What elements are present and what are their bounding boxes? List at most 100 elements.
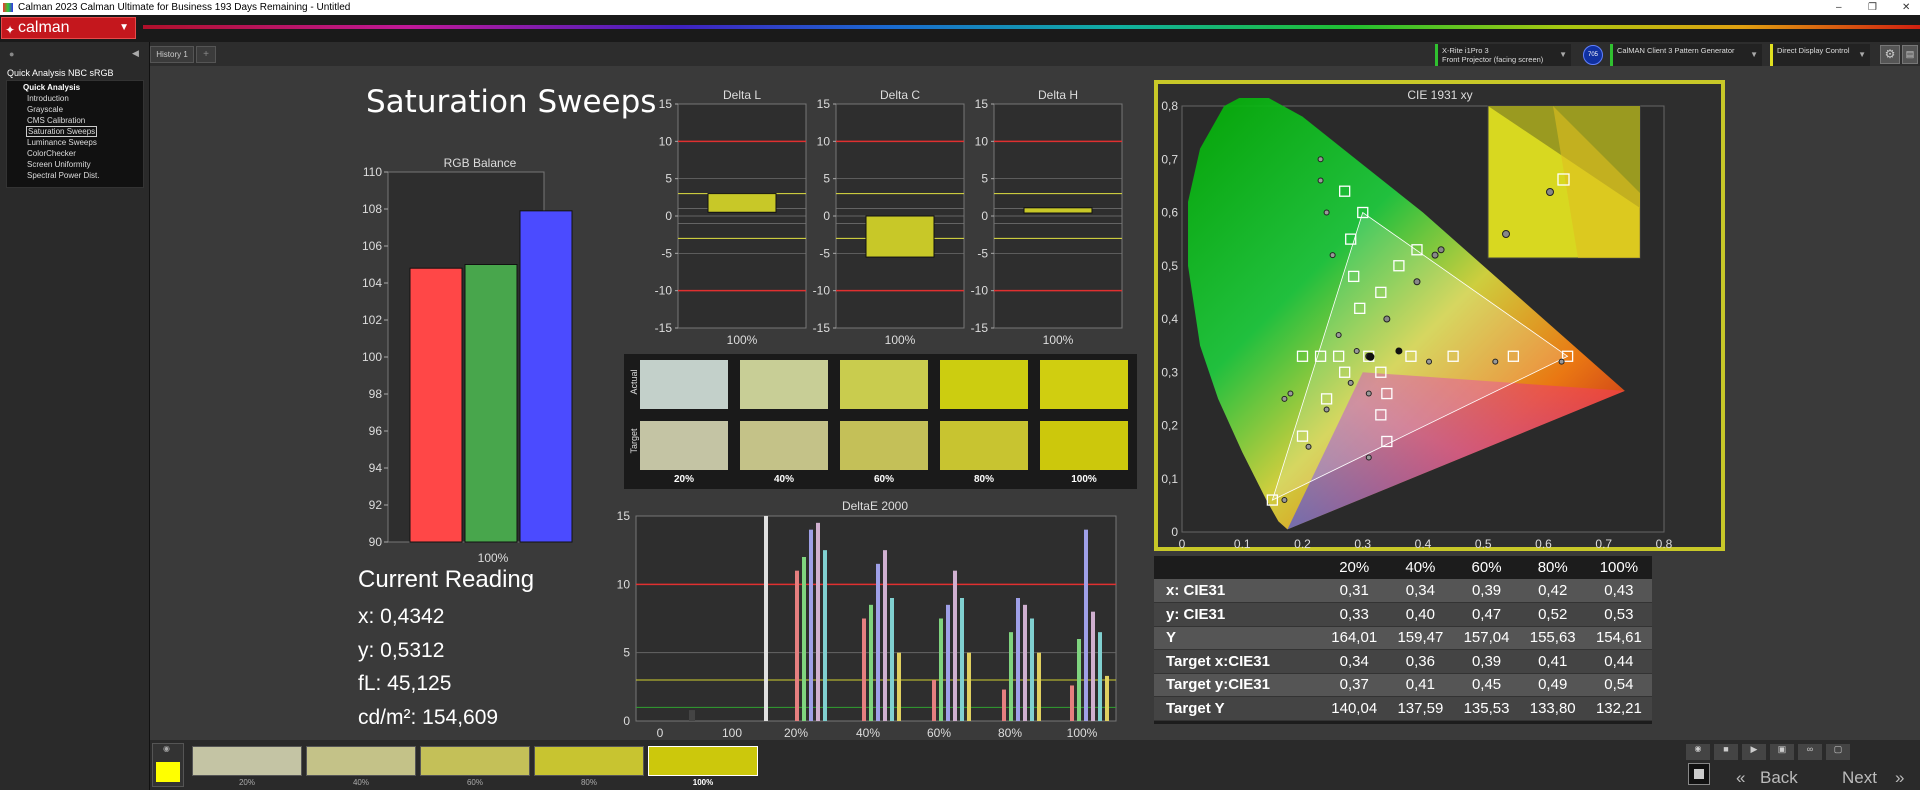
delta-ytick-label: -10 — [971, 284, 989, 298]
cie-measured-point — [1323, 406, 1330, 413]
cie-measured-point — [1365, 390, 1372, 397]
deltae-xlabel: 80% — [998, 726, 1022, 738]
delta-ytick-label: 10 — [659, 134, 673, 148]
cie-ytick-label: 0,8 — [1161, 99, 1178, 113]
play-icon[interactable]: ▶ — [1742, 744, 1766, 760]
table-cell: 0,34 — [1387, 579, 1454, 603]
deltae-bar — [967, 652, 971, 721]
restore-icon[interactable]: ❐ — [1868, 0, 1877, 15]
rgb-bar-b — [519, 210, 573, 543]
table-header-cell: 40% — [1387, 556, 1454, 579]
table-cell: 0,31 — [1321, 579, 1388, 603]
deltae-bar — [689, 710, 695, 721]
cie-zoom-point — [1546, 188, 1554, 196]
rgb-ytick-label: 96 — [369, 424, 383, 438]
actual-swatch — [640, 360, 728, 409]
meter-badge[interactable]: 705 — [1583, 45, 1603, 65]
deltae-xlabel: 100% — [1067, 726, 1098, 738]
deltae-bar — [953, 570, 957, 721]
table-header-cell — [1154, 556, 1322, 579]
delta-ytick-label: -15 — [971, 321, 989, 335]
sidebar-collapse-icon[interactable]: ◀ — [132, 48, 139, 59]
tree-group[interactable]: Quick Analysis — [23, 83, 80, 92]
sidebar-item-colorchecker[interactable]: ColorChecker — [27, 149, 76, 158]
target-swatch — [1040, 421, 1128, 470]
rgb-ytick-label: 102 — [362, 313, 382, 327]
swatch-label: 80% — [973, 474, 994, 485]
meter-selector[interactable]: X-Rite i1Pro 3 Front Projector (facing s… — [1435, 44, 1571, 66]
cie-xtick-label: 0,1 — [1234, 537, 1251, 548]
sidebar-item-grayscale[interactable]: Grayscale — [27, 105, 63, 114]
big-stop-button[interactable] — [1688, 763, 1710, 785]
patch-thumbnail[interactable] — [534, 746, 644, 776]
deltae-xlabel: 100 — [722, 726, 742, 738]
deltae-bar — [764, 516, 768, 721]
patch-thumbnail-label: 100% — [692, 778, 714, 787]
calman-logo-menu[interactable]: ✦ calman ▼ — [1, 17, 136, 39]
cie-ytick-label: 0,4 — [1161, 312, 1178, 326]
tab-history-1[interactable]: History 1 — [150, 46, 194, 63]
patch-thumbnail[interactable] — [192, 746, 302, 776]
table-cell: 133,80 — [1519, 696, 1586, 721]
next-button[interactable]: Next — [1842, 768, 1877, 788]
record-icon[interactable]: ◉ — [1686, 744, 1710, 760]
meter-name: X-Rite i1Pro 3 — [1442, 46, 1489, 55]
table-header-cell: 20% — [1321, 556, 1388, 579]
add-tab-button[interactable]: + — [196, 46, 216, 63]
deltae-bar — [1009, 632, 1013, 721]
save-icon[interactable]: ▣ — [1770, 744, 1794, 760]
cie-measured-point — [1335, 331, 1342, 338]
table-cell: 0,53 — [1585, 602, 1652, 627]
sidebar-pin-icon[interactable]: ● — [9, 49, 14, 59]
minimize-icon[interactable]: – — [1836, 0, 1842, 15]
cie-chart: 0 0,1 0,2 0,3 0,4 0,5 0,6 0,7 0,8 0,8 0,7 0,6 0,5 0,4… — [1161, 98, 1673, 548]
sidebar-item-cms-calibration[interactable]: CMS Calibration — [27, 116, 85, 125]
sidebar-item-introduction[interactable]: Introduction — [27, 94, 69, 103]
rgb-ytick-label: 100 — [362, 350, 382, 364]
close-icon[interactable]: ✕ — [1902, 0, 1910, 15]
patch-thumbnail[interactable] — [306, 746, 416, 776]
deltae-ytick-label: 15 — [617, 509, 631, 523]
actual-swatch — [840, 360, 928, 409]
workflow-tree: Quick Analysis Introduction Grayscale CM… — [6, 80, 144, 188]
deltae-bar — [883, 550, 887, 721]
chevron-down-icon: ▼ — [1750, 50, 1758, 59]
cie-measured-point — [1287, 390, 1294, 397]
table-cell: 0,40 — [1387, 602, 1454, 627]
table-cell: 0,44 — [1585, 649, 1652, 674]
pattern-generator-selector[interactable]: CalMAN Client 3 Pattern Generator ▼ — [1610, 44, 1762, 66]
deltae-bar — [1084, 529, 1088, 721]
patch-thumbnail[interactable] — [648, 746, 758, 776]
table-cell: 164,01 — [1321, 626, 1388, 650]
chevron-down-icon: ▼ — [1559, 50, 1567, 59]
table-cell: 0,36 — [1387, 649, 1454, 674]
deltae-bar — [1030, 618, 1034, 721]
eye-icon[interactable]: ◉ — [163, 744, 170, 753]
loop-icon[interactable]: ∞ — [1798, 744, 1822, 760]
display-control-selector[interactable]: Direct Display Control ▼ — [1770, 44, 1870, 66]
table-row-label: Target x:CIE31 — [1154, 649, 1322, 674]
cie-measured-point — [1281, 497, 1288, 504]
back-arrow-icon[interactable]: « — [1736, 768, 1745, 788]
sidebar-item-spectral-power[interactable]: Spectral Power Dist. — [27, 171, 99, 180]
next-arrow-icon[interactable]: » — [1895, 768, 1904, 788]
camera-icon[interactable]: ▢ — [1826, 744, 1850, 760]
back-button[interactable]: Back — [1760, 768, 1798, 788]
table-row-label: Y — [1154, 626, 1322, 650]
sidebar-item-screen-uniformity[interactable]: Screen Uniformity — [27, 160, 91, 169]
sidebar-item-luminance-sweeps[interactable]: Luminance Sweeps — [27, 138, 97, 147]
menu-button[interactable]: ▤ — [1902, 45, 1918, 64]
delta-ytick-label: 10 — [975, 134, 989, 148]
table-row-label: y: CIE31 — [1154, 602, 1322, 627]
table-row: y: CIE31 0,33 0,40 0,47 0,52 0,53 — [1154, 602, 1652, 627]
cie-measured-point — [1426, 358, 1433, 365]
swatch-panel: Actual Target 20% 40% 60% 80% 100% — [624, 354, 1137, 489]
cie-measured-point — [1305, 443, 1312, 450]
deltae-bar — [932, 680, 936, 721]
sidebar-item-saturation-sweeps[interactable]: Saturation Sweeps — [25, 126, 98, 137]
delta-xlabel: 100% — [1043, 333, 1074, 347]
patch-thumbnail[interactable] — [420, 746, 530, 776]
stop-icon[interactable]: ■ — [1714, 744, 1738, 760]
settings-button[interactable]: ⚙ — [1880, 45, 1900, 64]
delta-charts: Delta L 15 10 5 0 -5 -10 -15 100% Delta C 15 10 5 0 -5… — [655, 88, 1123, 347]
